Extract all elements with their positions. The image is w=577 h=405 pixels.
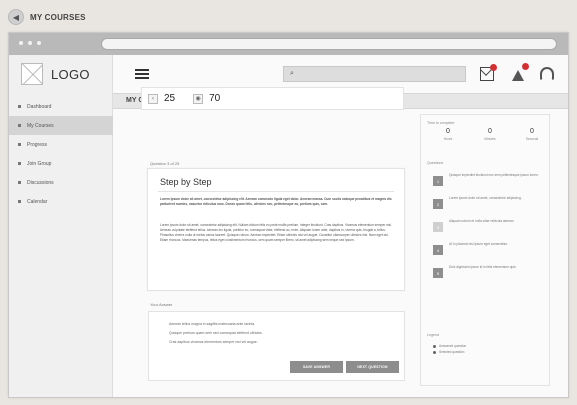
next-question-label: NEXT QUESTION xyxy=(357,365,388,369)
question-number-badge: 3 xyxy=(433,222,443,232)
eye-icon: ◉ xyxy=(193,93,204,104)
counter-value: 0 xyxy=(488,128,492,135)
answer-line: Aenean tellus magna in sagittis malesuad… xyxy=(169,322,256,326)
question-list-text: Aliquam rutrum et nulla vitae vehicula a… xyxy=(449,219,515,223)
window-dot-maximize[interactable] xyxy=(37,41,41,45)
menu-icon[interactable] xyxy=(135,69,149,79)
search-icon: ⌕ xyxy=(290,70,294,77)
bullet-icon xyxy=(18,181,21,184)
logo[interactable]: LOGO xyxy=(21,63,90,85)
answer-card[interactable]: Aenean tellus magna in sagittis malesuad… xyxy=(148,311,405,381)
notification-badge xyxy=(522,63,529,70)
window-dot-minimize[interactable] xyxy=(28,41,32,45)
page-header: ◀ MY COURSES xyxy=(8,9,86,25)
bullet-icon xyxy=(18,105,21,108)
bullet-icon xyxy=(18,200,21,203)
bullet-icon xyxy=(18,124,21,127)
bullet-icon xyxy=(18,143,21,146)
browser-chrome xyxy=(9,33,568,55)
question-title: Step by Step xyxy=(160,177,212,187)
question-list-text: Lorem ipsum dolor sit amet, consectetur … xyxy=(449,196,522,200)
counter-hours: 0 Hours xyxy=(435,128,461,141)
sidebar-item-label: Progress xyxy=(27,141,48,148)
window-controls xyxy=(19,41,41,45)
sidebar-item-my-courses[interactable]: My Courses xyxy=(9,116,113,135)
sidebar-item-label: My Courses xyxy=(27,122,54,129)
question-list-item[interactable]: 5 Duis dignissim ipsum id in felis eleme… xyxy=(433,265,541,288)
save-answer-label: SAVE ANSWER xyxy=(302,365,331,369)
question-card: Step by Step Lorem ipsum dolor sit amet,… xyxy=(147,168,405,291)
logo-text: LOGO xyxy=(51,66,90,82)
sidebar-item-join-group[interactable]: Join Group xyxy=(9,154,113,173)
legend-text: Answered question xyxy=(439,344,467,348)
counter-seconds: 0 Seconds xyxy=(519,128,545,141)
answer-line: Quisque pretium quam sem sed consequat e… xyxy=(169,331,263,335)
stat-views: ◉ 70 xyxy=(193,93,220,104)
answer-line: Cras dapibus vivamus elementum semper ni… xyxy=(169,340,258,344)
headset-icon[interactable] xyxy=(540,67,554,81)
answer-label: Your Answer xyxy=(150,302,173,307)
questions-label: Questions xyxy=(427,161,444,165)
bullet-icon xyxy=(18,162,21,165)
question-number-badge: 4 xyxy=(433,245,443,255)
back-button[interactable]: ◀ xyxy=(8,9,24,25)
address-bar[interactable] xyxy=(101,38,557,50)
counter-label: Hours xyxy=(443,137,453,141)
sidebar-item-label: Join Group xyxy=(27,160,52,167)
sidebar-item-discussions[interactable]: Discussions xyxy=(9,173,113,192)
page-title: MY COURSES xyxy=(30,12,86,22)
counter-value: 0 xyxy=(530,128,534,135)
legend: Answered question Selected question xyxy=(433,343,466,355)
timer: 0 Hours 0 Minutes 0 Seconds xyxy=(435,128,545,141)
chevron-left-icon[interactable]: ‹ xyxy=(148,93,158,104)
question-number-badge: 1 xyxy=(433,176,443,186)
legend-item: Selected question xyxy=(433,349,466,355)
question-list-item[interactable]: 2 Lorem ipsum dolor sit amet, consectetu… xyxy=(433,196,541,219)
legend-label: Legend xyxy=(427,333,439,337)
counter-value: 0 xyxy=(446,128,450,135)
mail-icon[interactable] xyxy=(480,64,497,81)
save-answer-button[interactable]: SAVE ANSWER xyxy=(290,361,343,373)
question-list-text: Duis dignissim ipsum id in felis element… xyxy=(449,265,517,269)
counter-label: Seconds xyxy=(525,137,539,141)
stat-count-value: 25 xyxy=(164,93,176,104)
search-input[interactable]: ⌕ xyxy=(283,66,466,82)
stat-views-value: 70 xyxy=(209,93,221,104)
stat-count: ‹ 25 xyxy=(148,93,175,104)
question-list-item[interactable]: 1 Quisque imperdiet tincidunt nec sem pe… xyxy=(433,173,541,196)
legend-text: Selected question xyxy=(439,350,465,354)
timer-label: Time to complete xyxy=(427,121,455,125)
logo-placeholder-icon xyxy=(21,63,43,85)
question-list-item[interactable]: 4 Ut in placerat nisi ipsum eget consect… xyxy=(433,242,541,265)
question-intro: Lorem ipsum dolor sit amet, consectetur … xyxy=(160,197,392,206)
question-list-item[interactable]: 3 Aliquam rutrum et nulla vitae vehicula… xyxy=(433,219,541,242)
question-body: Lorem ipsum dolor sit amet, consectetur … xyxy=(160,223,392,242)
question-list-text: Ut in placerat nisi ipsum eget consectet… xyxy=(449,242,508,246)
next-question-button[interactable]: NEXT QUESTION xyxy=(346,361,399,373)
legend-dot-icon xyxy=(433,350,436,354)
notification-badge xyxy=(490,64,497,71)
window-dot-close[interactable] xyxy=(19,41,23,45)
stats-bar: ‹ 25 ◉ 70 xyxy=(141,87,404,110)
chevron-left-icon: ◀ xyxy=(12,12,20,22)
sidebar: LOGO Dashboard My Courses Progress Join … xyxy=(9,55,113,397)
sidebar-item-calendar[interactable]: Calendar xyxy=(9,192,113,211)
question-number-badge: 5 xyxy=(433,268,443,278)
question-list-text: Quisque imperdiet tincidunt nec sem pell… xyxy=(449,173,539,177)
question-number-badge: 2 xyxy=(433,199,443,209)
sidebar-item-progress[interactable]: Progress xyxy=(9,135,113,154)
divider xyxy=(158,191,394,192)
sidebar-item-label: Calendar xyxy=(27,198,48,205)
sidebar-item-label: Dashboard xyxy=(27,103,52,110)
sidebar-item-dashboard[interactable]: Dashboard xyxy=(9,97,113,116)
sidebar-item-label: Discussions xyxy=(27,179,54,186)
question-list: 1 Quisque imperdiet tincidunt nec sem pe… xyxy=(433,173,541,288)
counter-label: Minutes xyxy=(484,137,496,141)
sidebar-nav: Dashboard My Courses Progress Join Group… xyxy=(9,97,113,211)
alert-icon[interactable] xyxy=(511,63,529,81)
progress-panel: Time to complete 0 Hours 0 Minutes 0 Sec… xyxy=(420,114,550,386)
question-counter: Question 3 of 25 xyxy=(150,161,180,166)
counter-minutes: 0 Minutes xyxy=(477,128,503,141)
legend-dot-icon xyxy=(433,344,436,348)
